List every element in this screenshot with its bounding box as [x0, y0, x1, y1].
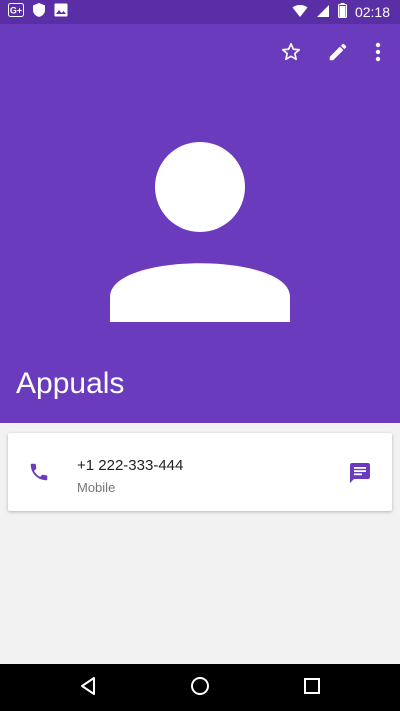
phone-icon[interactable]	[28, 461, 50, 483]
contact-name: Appuals	[16, 367, 125, 400]
phone-card[interactable]: +1 222-333-444 Mobile	[8, 433, 392, 511]
recents-icon	[303, 677, 321, 700]
clock-time: 02:18	[354, 4, 390, 20]
more-vert-icon	[375, 42, 381, 67]
back-icon	[78, 676, 98, 701]
image-notification-icon	[54, 3, 68, 22]
edit-button[interactable]	[324, 40, 352, 68]
shield-notification-icon	[32, 2, 46, 23]
home-icon	[190, 676, 210, 701]
pencil-icon	[327, 41, 349, 68]
recents-button[interactable]	[299, 675, 325, 701]
navigation-bar	[0, 664, 400, 711]
more-options-button[interactable]	[364, 40, 392, 68]
star-outline-icon	[280, 41, 302, 68]
battery-icon	[337, 3, 347, 21]
home-button[interactable]	[187, 675, 213, 701]
phone-type-label: Mobile	[77, 480, 116, 495]
google-plus-notification-icon: G+	[8, 2, 24, 22]
phone-number: +1 222-333-444	[77, 457, 184, 474]
contact-header: Appuals	[0, 24, 400, 423]
message-icon[interactable]	[348, 461, 372, 485]
favorite-button[interactable]	[277, 40, 305, 68]
wifi-icon	[292, 4, 308, 21]
status-bar: G+ 02:18	[0, 0, 400, 24]
svg-text:G+: G+	[10, 5, 22, 15]
back-button[interactable]	[75, 675, 101, 701]
signal-icon	[316, 4, 330, 21]
person-placeholder-icon	[110, 142, 290, 322]
